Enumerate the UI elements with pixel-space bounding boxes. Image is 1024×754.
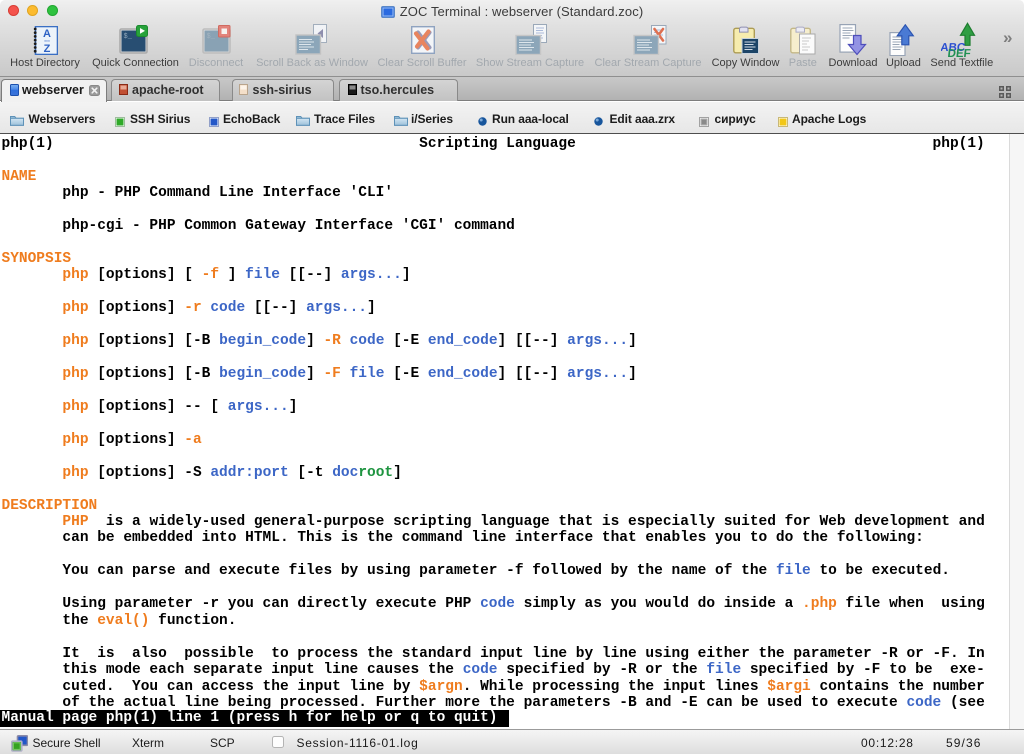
svg-text:DEF: DEF — [947, 48, 971, 58]
svg-text:Z: Z — [44, 43, 51, 55]
svg-text:$_: $_ — [207, 33, 216, 41]
svg-text:$_: $_ — [124, 33, 133, 41]
